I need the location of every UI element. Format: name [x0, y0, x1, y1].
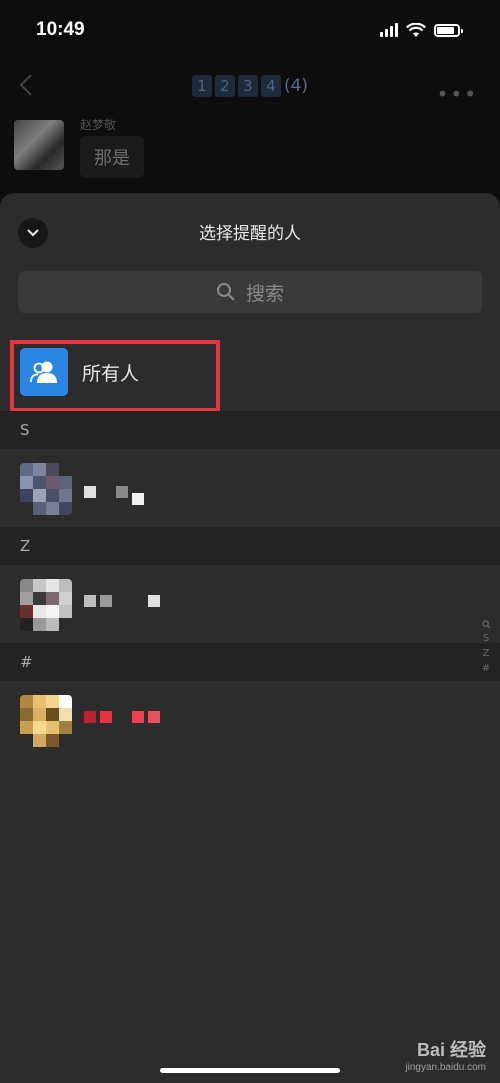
message-bubble: 那是 — [80, 136, 144, 178]
section-header-hash: # — [0, 643, 500, 681]
more-options-icon[interactable]: ••• — [437, 82, 478, 106]
mention-picker-sheet: 选择提醒的人 搜索 所有人 S Z # — [0, 193, 500, 1083]
title-box: 2 — [214, 75, 235, 97]
status-icons — [380, 22, 463, 38]
contact-name-pixelated — [84, 595, 160, 607]
cellular-signal-icon — [380, 23, 398, 37]
sender-avatar — [14, 120, 64, 170]
index-letter[interactable]: # — [482, 663, 490, 674]
title-box: 4 — [260, 75, 281, 97]
contact-name-pixelated — [84, 711, 160, 723]
contact-item[interactable] — [0, 449, 500, 527]
title-box: 1 — [191, 75, 212, 97]
index-letter[interactable]: S — [483, 633, 489, 644]
highlight-annotation — [10, 340, 220, 412]
search-placeholder: 搜索 — [245, 282, 284, 305]
chat-header: 1 2 3 4 (4) ••• — [0, 60, 500, 112]
status-time: 10:49 — [36, 19, 85, 40]
member-count: (4) — [283, 76, 309, 96]
watermark-brand: Bai 经验 — [416, 1040, 486, 1060]
alphabet-index-bar[interactable]: S Z # — [478, 620, 494, 674]
index-letter[interactable]: Z — [483, 648, 490, 659]
search-icon — [481, 620, 490, 629]
baidu-jingyan-watermark: Bai 经验 jingyan.baidu.com — [405, 1036, 486, 1073]
contact-avatar — [20, 463, 72, 515]
search-input[interactable]: 搜索 — [18, 271, 482, 313]
section-header-s: S — [0, 411, 500, 449]
status-bar: 10:49 — [0, 0, 500, 60]
sender-name: 赵梦敬 — [80, 118, 117, 132]
battery-icon — [434, 23, 463, 37]
contact-avatar — [20, 695, 72, 747]
search-icon — [216, 283, 235, 301]
contact-name-pixelated — [84, 479, 144, 505]
contact-item[interactable] — [0, 565, 500, 643]
contact-avatar — [20, 579, 72, 631]
home-indicator[interactable] — [160, 1068, 340, 1073]
back-arrow-icon[interactable] — [16, 72, 36, 98]
chat-area: 赵梦敬 那是 — [0, 112, 500, 192]
sheet-title: 选择提醒的人 — [199, 224, 301, 244]
section-header-z: Z — [0, 527, 500, 565]
wifi-icon — [406, 22, 426, 37]
title-box: 3 — [237, 75, 258, 97]
chat-title: 1 2 3 4 (4) — [191, 75, 309, 97]
watermark-url: jingyan.baidu.com — [405, 1062, 486, 1073]
contact-item[interactable] — [0, 681, 500, 759]
